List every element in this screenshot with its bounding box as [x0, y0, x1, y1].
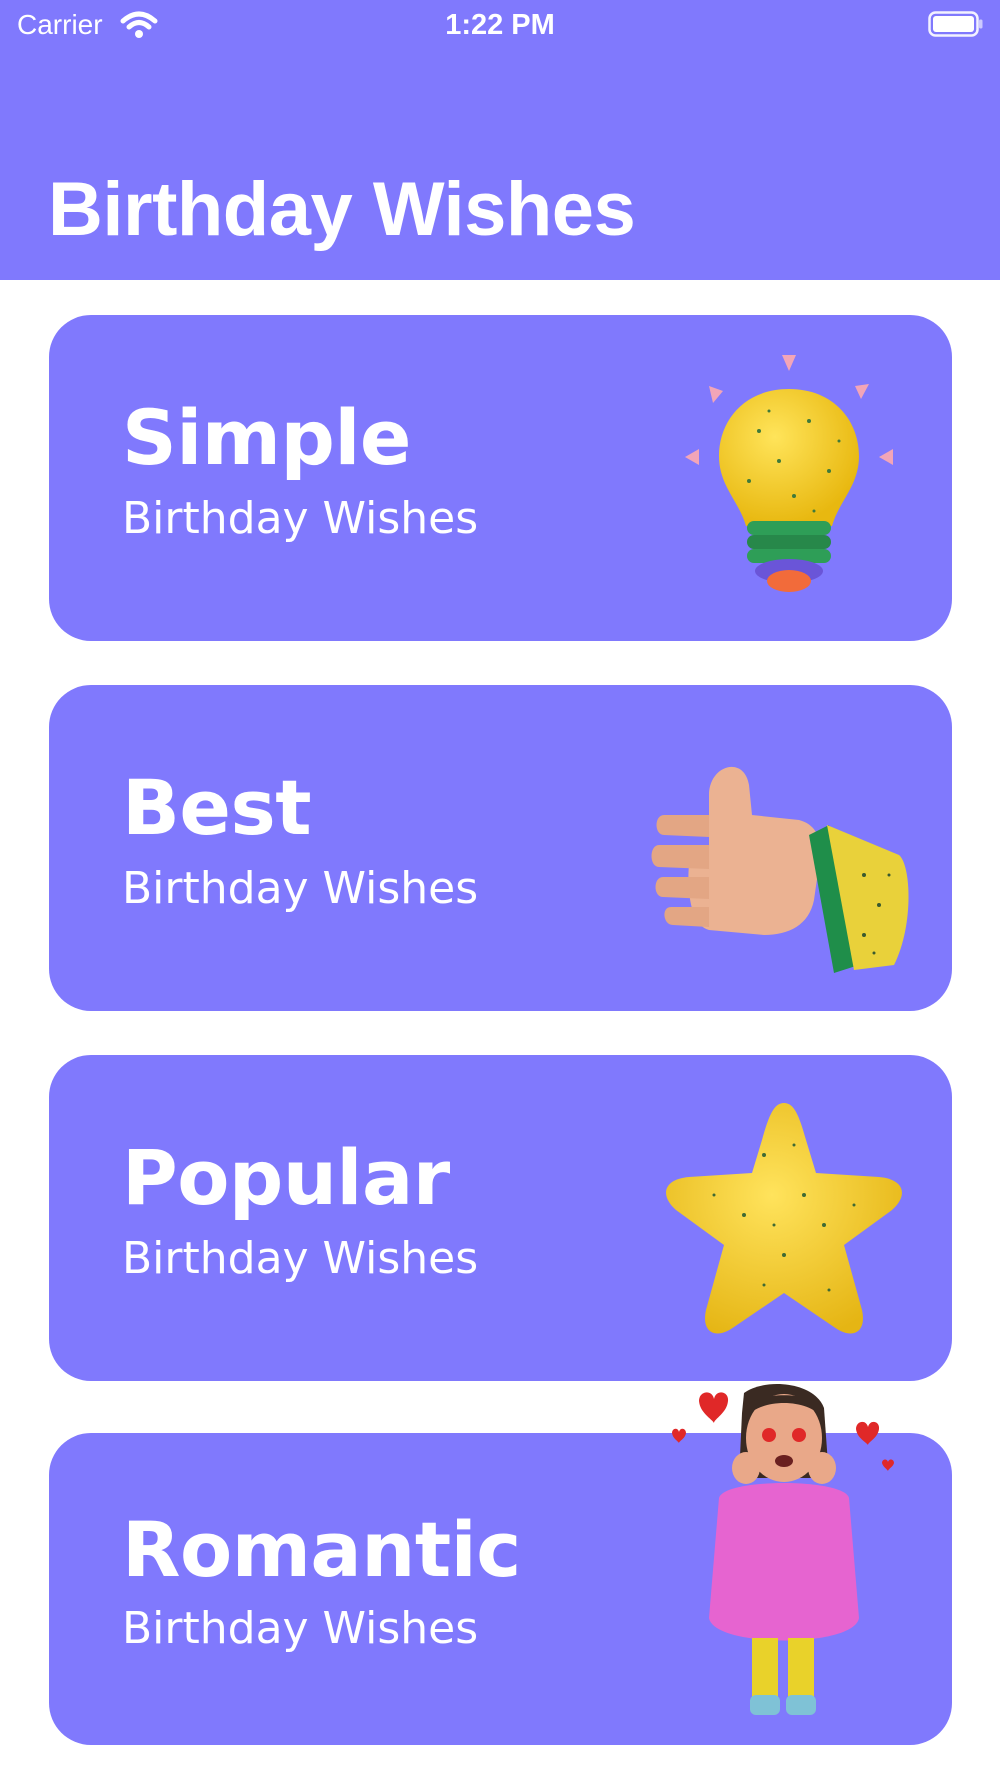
card-title: Popular	[122, 1133, 450, 1222]
page-title: Birthday Wishes	[48, 167, 636, 252]
card-title: Simple	[122, 393, 411, 482]
card-subtitle: Birthday Wishes	[122, 493, 479, 544]
card-subtitle: Birthday Wishes	[122, 1603, 479, 1654]
card-title: Best	[122, 763, 312, 852]
navigation-header: Carrier 1:22 PM Birthday Wishes	[0, 0, 1000, 280]
card-subtitle: Birthday Wishes	[122, 1233, 479, 1284]
battery-icon	[928, 11, 983, 37]
status-bar: Carrier 1:22 PM	[0, 0, 1000, 52]
category-card-simple[interactable]: Simple Birthday Wishes	[49, 315, 952, 641]
category-card-romantic[interactable]: Romantic Birthday Wishes	[49, 1384, 952, 1745]
thumbs-up-icon	[651, 766, 909, 973]
card-subtitle: Birthday Wishes	[122, 863, 479, 914]
lightbulb-icon	[685, 355, 893, 592]
card-title: Romantic	[122, 1505, 521, 1594]
clock: 1:22 PM	[445, 9, 555, 41]
category-card-popular[interactable]: Popular Birthday Wishes	[49, 1055, 952, 1381]
category-card-best[interactable]: Best Birthday Wishes	[49, 685, 952, 1011]
girl-in-love-icon	[672, 1384, 894, 1715]
star-icon	[666, 1103, 902, 1334]
